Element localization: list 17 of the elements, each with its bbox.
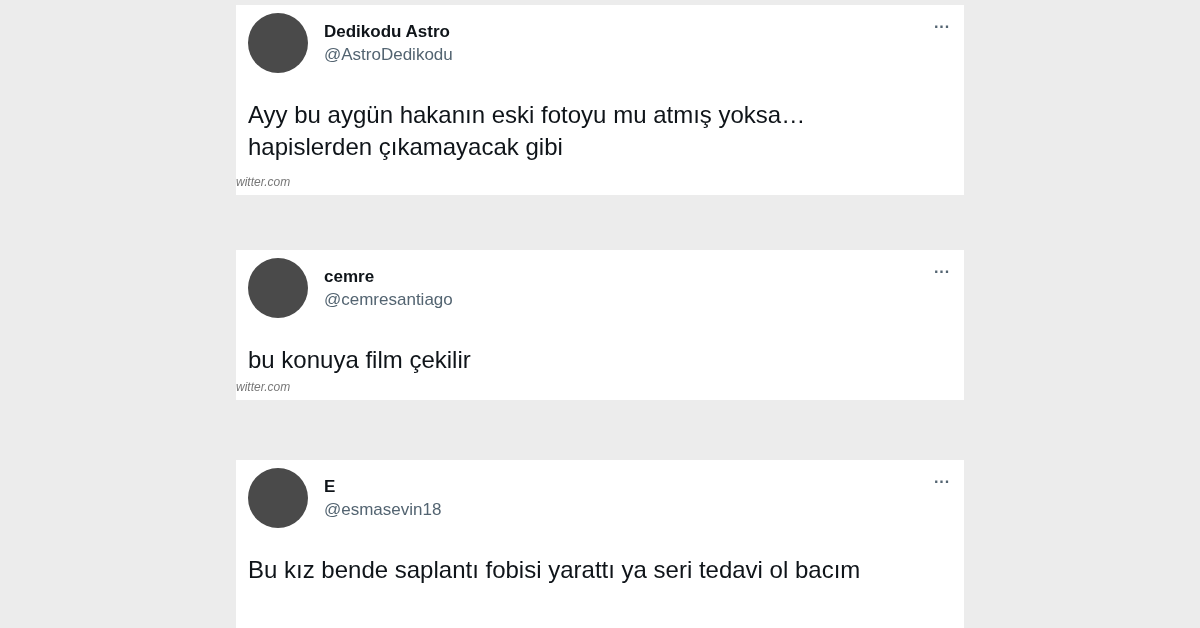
- user-handle[interactable]: @AstroDedikodu: [324, 43, 453, 67]
- more-button[interactable]: ···: [934, 19, 950, 35]
- source-label: witter.com: [236, 174, 291, 191]
- avatar-placeholder[interactable]: [248, 468, 308, 528]
- source-label: witter.com: [236, 379, 291, 396]
- tweet-text: Ayy bu aygün hakanın eski fotoyu mu atmış yoksa… hapislerden çıkamayacak gibi: [248, 100, 807, 162]
- more-button[interactable]: ···: [934, 264, 950, 280]
- tweet-text: bu konuya film çekilir: [248, 345, 472, 375]
- tweet-text: Bu kız bende saplantı fobisi yarattı ya seri tedavi ol bacım: [248, 555, 862, 585]
- user-handle[interactable]: @cemresantiago: [324, 288, 453, 312]
- more-button[interactable]: ···: [934, 474, 950, 490]
- user-handle[interactable]: @esmasevin18: [324, 498, 442, 522]
- avatar-placeholder[interactable]: [248, 13, 308, 73]
- user-name[interactable]: Dedikodu Astro: [324, 21, 453, 43]
- user-name[interactable]: cemre: [324, 266, 453, 288]
- avatar-placeholder[interactable]: [248, 258, 308, 318]
- user-name[interactable]: E: [324, 476, 442, 498]
